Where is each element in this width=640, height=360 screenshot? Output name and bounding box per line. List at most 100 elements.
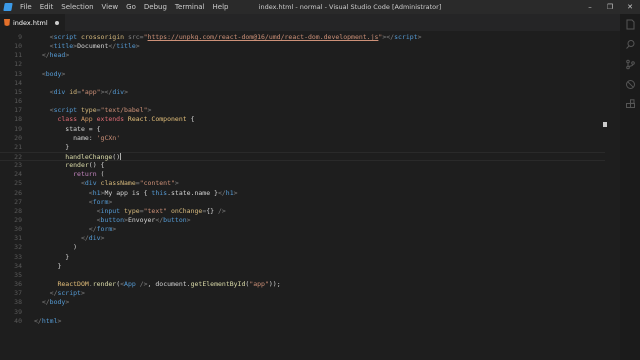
code-line[interactable]: 24 return ( <box>0 170 605 179</box>
code-text: </script> <box>34 289 85 298</box>
code-token: /> <box>135 280 148 289</box>
code-token: .state.name } <box>167 188 218 197</box>
code-line[interactable]: 25 <div className="content"> <box>0 179 605 188</box>
code-token: </ <box>34 51 50 60</box>
code-line[interactable]: 35 <box>0 271 605 280</box>
menu-edit[interactable]: Edit <box>36 0 58 14</box>
code-line[interactable]: 22 handleChange() <box>0 151 605 162</box>
code-line[interactable]: 40 </html> <box>0 317 605 326</box>
tab-index-html[interactable]: index.html <box>0 14 65 31</box>
code-text: name: 'gCXn' <box>34 134 120 143</box>
unsaved-dot-icon[interactable] <box>54 20 59 25</box>
code-token: > <box>108 197 113 206</box>
code-line[interactable]: 39 <box>0 308 605 317</box>
code-line[interactable]: 13 <body> <box>0 70 605 79</box>
code-token: ></ <box>382 33 395 41</box>
code-line[interactable]: 20 name: 'gCXn' <box>0 134 605 143</box>
code-token: script <box>57 289 81 298</box>
code-token: > <box>61 69 66 78</box>
menu-terminal[interactable]: Terminal <box>171 0 209 14</box>
menu-go[interactable]: Go <box>122 0 140 14</box>
code-line[interactable]: 12 <box>0 60 605 69</box>
code-token: h1 <box>225 188 234 197</box>
code-token: button <box>163 216 187 224</box>
menu-debug[interactable]: Debug <box>140 0 171 14</box>
code-token: < <box>34 106 54 115</box>
activity-bar <box>620 14 640 360</box>
line-number: 13 <box>14 69 22 78</box>
code-token: > <box>112 225 117 234</box>
code-line[interactable]: 38 </body> <box>0 298 605 307</box>
source-control-icon[interactable] <box>620 54 640 74</box>
code-line[interactable]: 32 ) <box>0 243 605 252</box>
files-icon[interactable] <box>620 14 640 34</box>
line-number: 20 <box>14 133 22 142</box>
code-token: form <box>92 197 109 206</box>
code-text: </body> <box>34 298 69 307</box>
code-token: () <box>112 152 121 161</box>
code-line[interactable]: 11 </head> <box>0 51 605 60</box>
code-line[interactable]: 29 <button>Envoyer</button> <box>0 216 605 225</box>
code-editor[interactable]: 9 <script crossorigin src="https://unpkg… <box>0 31 620 360</box>
code-token: App <box>124 280 136 289</box>
close-button[interactable]: ✕ <box>620 0 640 14</box>
code-text: </html> <box>34 317 61 326</box>
line-number: 26 <box>14 188 22 197</box>
code-line[interactable]: 30 </form> <box>0 225 605 234</box>
code-line[interactable]: 14 <box>0 79 605 88</box>
code-line[interactable]: 23 render() { <box>0 161 605 170</box>
code-token: handleChange <box>34 152 113 161</box>
line-number: 32 <box>14 243 22 252</box>
debug-icon[interactable] <box>620 74 640 94</box>
code-text: class App extends React.Component { <box>34 115 194 124</box>
code-line[interactable]: 17 <script type="text/babel"> <box>0 106 605 115</box>
menu-help[interactable]: Help <box>209 0 233 14</box>
line-number: 35 <box>14 270 22 279</box>
code-text: ReactDOM.render(<App />, document.getEle… <box>34 280 280 289</box>
code-line[interactable]: 33 } <box>0 253 605 262</box>
code-token: < <box>34 69 46 78</box>
code-token: name <box>34 133 89 142</box>
restore-button[interactable]: ❐ <box>600 0 620 14</box>
code-token: React <box>124 115 148 124</box>
line-number: 34 <box>14 261 22 270</box>
code-line[interactable]: 19 state = { <box>0 125 605 134</box>
code-line[interactable]: 18 class App extends React.Component { <box>0 115 605 124</box>
code-line[interactable]: 31 </div> <box>0 234 605 243</box>
tab-label: index.html <box>13 18 48 27</box>
code-line[interactable]: 9 <script crossorigin src="https://unpkg… <box>0 33 605 42</box>
line-number: 37 <box>14 289 22 298</box>
window-title: index.html - normal - Visual Studio Code… <box>258 3 442 11</box>
code-line[interactable]: 21 } <box>0 143 605 152</box>
code-token: title <box>116 42 136 51</box>
code-line[interactable]: 16 <box>0 97 605 106</box>
code-text: <input type="text" onChange={} /> <box>34 207 226 216</box>
code-token: html <box>41 316 58 325</box>
scrollbar-thumb[interactable] <box>603 122 607 127</box>
code-line[interactable]: 28 <input type="text" onChange={} /> <box>0 207 605 216</box>
minimize-button[interactable]: – <box>580 0 600 14</box>
menu-selection[interactable]: Selection <box>57 0 97 14</box>
code-text: <div id="app"></div> <box>34 88 128 97</box>
line-number: 38 <box>14 298 22 307</box>
search-icon[interactable] <box>620 34 640 54</box>
code-line[interactable]: 36 ReactDOM.render(<App />, document.get… <box>0 280 605 289</box>
line-number: 24 <box>14 170 22 179</box>
code-line[interactable]: 34 } <box>0 262 605 271</box>
text-cursor <box>120 153 122 161</box>
code-line[interactable]: 15 <div id="app"></div> <box>0 88 605 97</box>
code-line[interactable]: 10 <title>Document</title> <box>0 42 605 51</box>
code-line[interactable]: 27 <form> <box>0 198 605 207</box>
code-token: > <box>65 51 70 60</box>
code-token: extends <box>92 115 125 124</box>
code-line[interactable]: 37 </script> <box>0 289 605 298</box>
code-line[interactable]: 26 <h1>My app is { this.state.name }</h1… <box>0 189 605 198</box>
menu-file[interactable]: File <box>16 0 36 14</box>
extensions-icon[interactable] <box>620 94 640 114</box>
menu-view[interactable]: View <box>98 0 123 14</box>
code-token: render <box>34 161 89 170</box>
code-token: body <box>45 69 62 78</box>
code-token: "text" <box>143 206 168 215</box>
code-token: 'gCXn' <box>96 133 121 142</box>
code-token: title <box>53 42 74 51</box>
